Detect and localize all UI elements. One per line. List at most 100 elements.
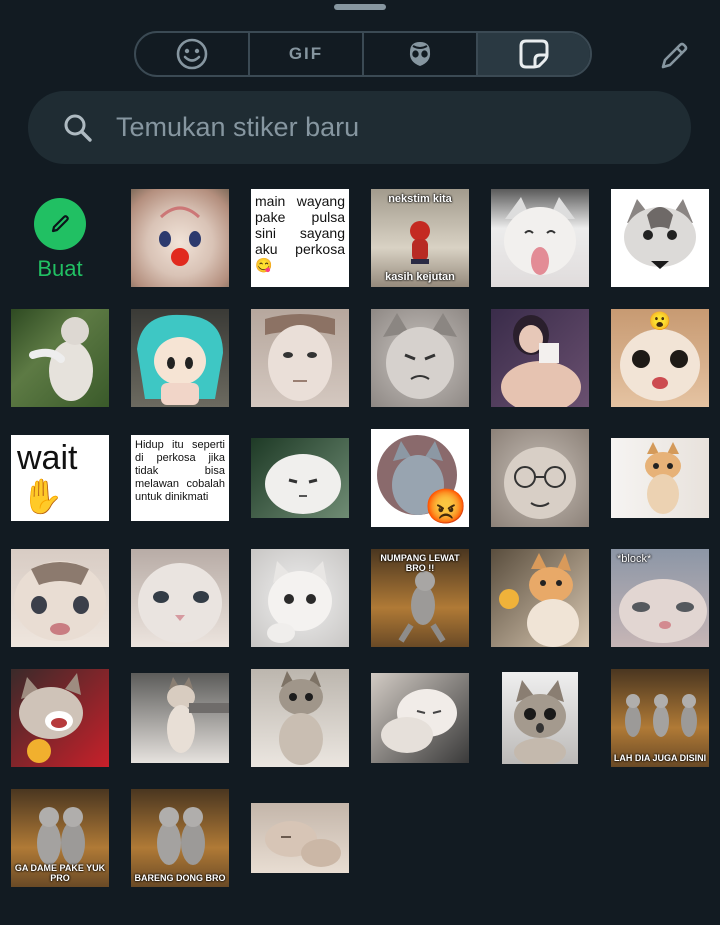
create-sticker-button[interactable]: Buat [10,188,110,288]
tab-avatar[interactable] [364,33,478,75]
sticker[interactable] [250,308,350,408]
tab-bar: GIF [134,31,592,77]
sticker-image: *block* [611,549,709,647]
sticker-caption-top: NUMPANG LEWAT BRO !! [380,553,460,573]
sticker[interactable] [370,668,470,768]
sticker-image [131,673,229,763]
kitten-face [138,563,222,643]
cat-face [383,313,457,399]
sticker[interactable]: nekstim kita kasih kejutan [370,188,470,288]
sticker-image: LAH DIA JUGA DISINI [611,669,709,767]
sticker[interactable] [250,788,350,888]
sticker-text: Hidup itu seperti di perkosa jika tidak … [131,435,229,521]
pencil-icon [661,42,688,69]
sticker[interactable] [250,428,350,528]
sticker[interactable] [490,548,590,648]
cat-face [504,447,576,519]
sticker[interactable] [370,308,470,408]
cat-standing [279,671,323,765]
avatar-icon [409,42,431,66]
sticker[interactable] [490,308,590,408]
sticker[interactable] [10,548,110,648]
angry-emoji: 😡 [424,488,467,526]
cat-face [624,199,696,269]
sticker[interactable]: LAH DIA JUGA DISINI [610,668,710,768]
sticker-image [491,189,589,287]
sticker[interactable]: main wayang pake pulsa sini sayang aku p… [250,188,350,288]
wait-text: wait [17,439,78,477]
sticker[interactable]: *block* [610,548,710,648]
sticker[interactable]: 😡 [370,428,470,528]
tab-emoji[interactable] [136,33,250,75]
tab-gif[interactable]: GIF [250,33,364,75]
sticker-image: NUMPANG LEWAT BRO !! [371,549,469,647]
sticker[interactable] [250,668,350,768]
sticker[interactable]: Hidup itu seperti di perkosa jika tidak … [130,428,230,528]
clown-face [159,206,201,266]
sticker-search-bar[interactable] [28,91,691,164]
sticker[interactable] [130,548,230,648]
cat-standing [167,677,229,753]
sticker-image [131,549,229,647]
sticker-image [131,189,229,287]
photo-blurred [501,315,581,407]
cat-sleep [265,821,341,867]
sticker-caption-bottom: GA DAME PAKE YUK PRO [14,863,106,883]
sticker[interactable] [10,308,110,408]
sticker[interactable]: GA DAME PAKE YUK PRO [10,788,110,888]
sticker-image [251,438,349,518]
search-input[interactable] [114,111,658,144]
drag-handle[interactable] [334,4,386,10]
sticker-caption-top: *block* [617,553,652,565]
sticker[interactable] [250,548,350,648]
sticker-image [11,549,109,647]
sticker-image [131,309,229,407]
sticker[interactable] [130,188,230,288]
emoji-icon [176,38,208,70]
sticker-image [251,803,349,873]
sticker-image [611,189,709,287]
sticker[interactable] [490,428,590,528]
sticker-image: 😡 [371,429,469,527]
hand-emoji: ✋ [21,478,64,516]
gif-label: GIF [288,44,324,63]
sticker[interactable] [490,188,590,288]
sticker-image [491,429,589,527]
create-label: Buat [37,256,83,281]
face-pale [265,314,335,401]
sticker-image [11,669,109,767]
kitten [645,442,681,514]
cat-shock [514,680,566,764]
tab-stickers[interactable] [478,33,590,75]
sticker[interactable]: 😮 [610,308,710,408]
sticker[interactable] [10,668,110,768]
sticker[interactable] [130,668,230,768]
sticker-image [251,309,349,407]
edit-stickers-button[interactable] [652,36,696,76]
sticker-image [371,309,469,407]
cat-face [504,197,576,275]
sticker[interactable] [610,188,710,288]
sticker-image: nekstim kita kasih kejutan [371,189,469,287]
sticker-image [491,309,589,407]
sticker-image [251,669,349,767]
sticker-grid: Buat main wayang pake pulsa sini sayang … [10,188,710,888]
sticker[interactable] [130,308,230,408]
sticker-emoji: 😮 [648,311,672,331]
sticker[interactable]: wait ✋ [10,428,110,528]
sticker-image [371,673,469,763]
cat-lying [381,689,457,753]
sticker-image [611,438,709,518]
cat-face [265,454,341,514]
sticker[interactable]: NUMPANG LEWAT BRO !! [370,548,470,648]
sticker[interactable] [490,668,590,768]
sticker-image [491,549,589,647]
cat-scream [19,673,83,763]
sticker[interactable]: BARENG DONG BRO [130,788,230,888]
create-circle [34,198,86,250]
sticker[interactable] [610,428,710,528]
sticker-icon [519,39,549,69]
sticker-image: GA DAME PAKE YUK PRO [11,789,109,887]
sticker-caption-bottom: LAH DIA JUGA DISINI [613,753,707,763]
sticker-image: BARENG DONG BRO [131,789,229,887]
